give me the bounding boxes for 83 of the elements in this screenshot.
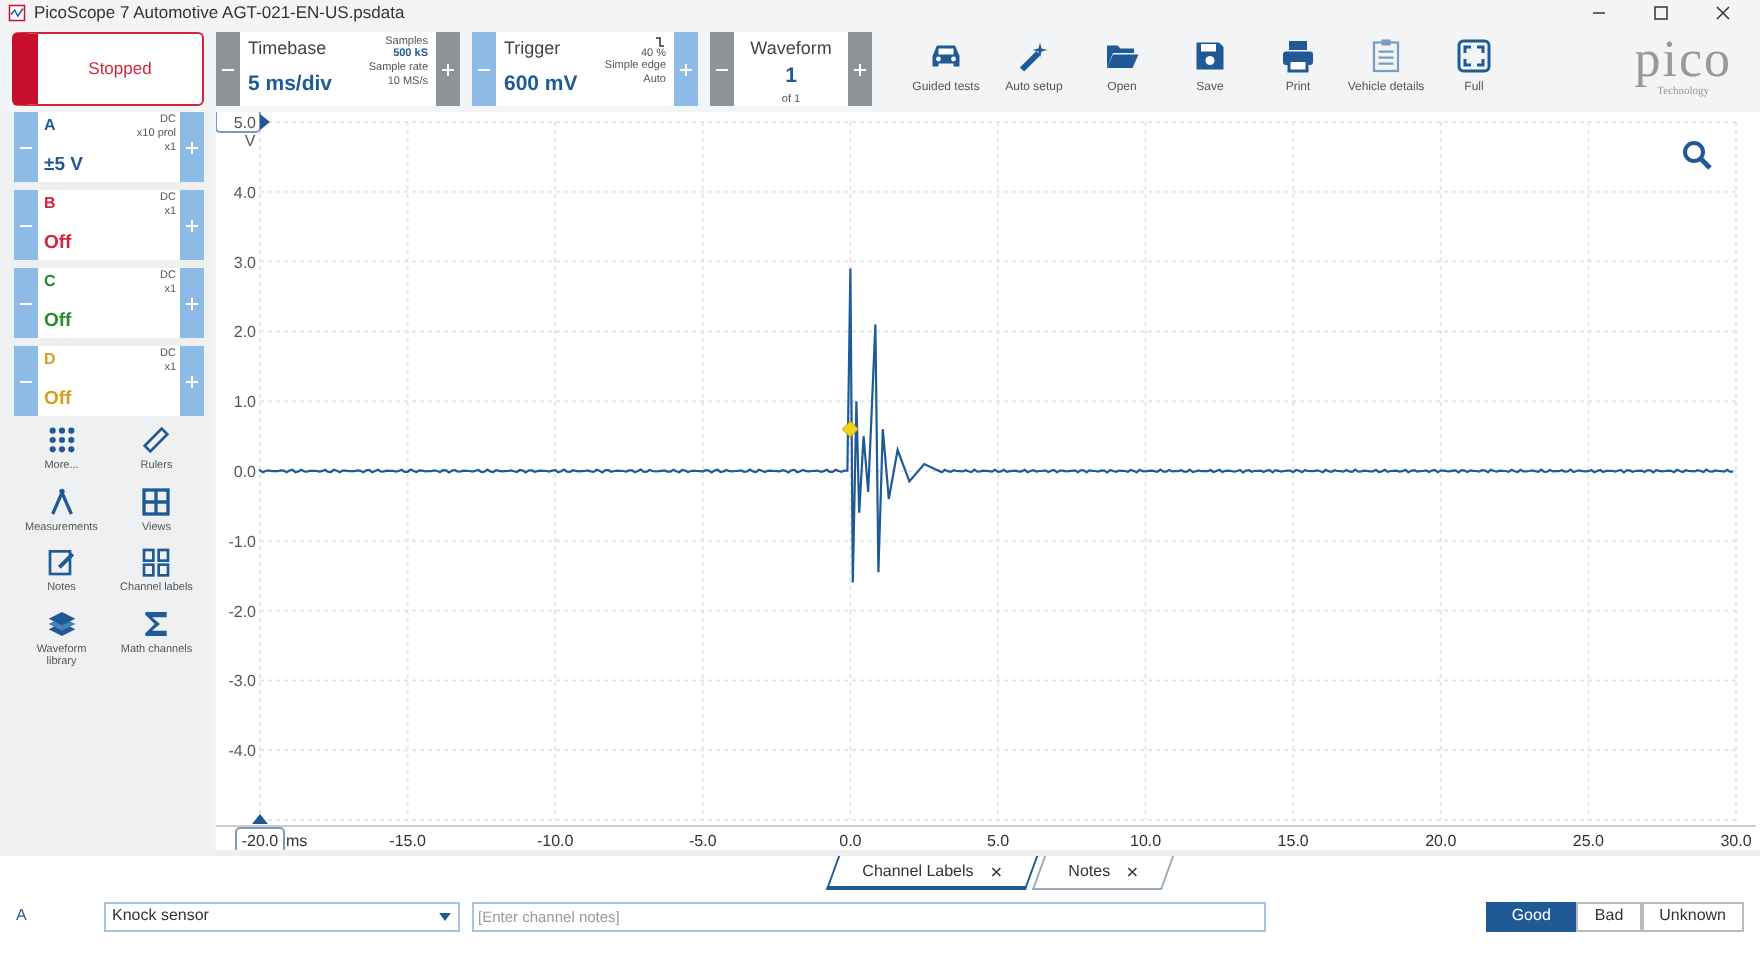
rating-button[interactable]: Bad [1576, 901, 1642, 931]
logo-text: pico [1634, 36, 1732, 84]
close-icon[interactable] [1714, 3, 1732, 21]
increase-button[interactable] [436, 31, 460, 105]
channel-label: A [16, 904, 29, 928]
decrease-button[interactable] [710, 31, 734, 105]
channel-name: D [44, 348, 56, 372]
x-tick-label: 10.0 [1130, 832, 1162, 850]
clipboard-icon [1368, 38, 1404, 74]
stacked-pages-icon [45, 607, 78, 640]
increase-button[interactable] [848, 31, 872, 105]
y-tick-label: 0.0 [233, 463, 256, 481]
plus-icon [678, 61, 694, 78]
tab[interactable]: Notes [1032, 856, 1175, 890]
trigger-value: 600 mV [504, 69, 578, 100]
plus-icon [852, 61, 868, 78]
note-pencil-icon [45, 546, 78, 579]
waveform-label: Waveform [750, 35, 832, 61]
channel-name: C [44, 270, 56, 294]
ruler-icon [140, 424, 173, 456]
x-tick-label: 5.0 [986, 832, 1010, 850]
increase-button[interactable] [180, 112, 204, 182]
increase-button[interactable] [180, 190, 204, 260]
x-tick-label: -10.0 [536, 832, 574, 850]
y-unit-label: V [244, 132, 256, 150]
x-unit-label: ms [286, 832, 308, 850]
dropdown-arrow-icon [438, 909, 452, 923]
y-tick-label: -2.0 [228, 602, 256, 621]
fullscreen-icon [1456, 38, 1492, 74]
timebase-label: Timebase [248, 35, 329, 61]
window-grid-icon [140, 485, 173, 518]
y-tick-label: -3.0 [228, 672, 256, 691]
x-tick-label: 20.0 [1425, 832, 1457, 850]
tab[interactable]: Channel Labels [825, 856, 1037, 890]
plus-icon [440, 61, 456, 78]
x-tick-label: 30.0 [1720, 832, 1752, 850]
close-icon[interactable] [989, 864, 1002, 877]
y-tick-label: 3.0 [233, 253, 256, 272]
x-tick-label: -15.0 [389, 832, 426, 850]
decrease-button[interactable] [472, 31, 496, 105]
x-scale-handle[interactable]: -20.0 [235, 827, 285, 850]
y-tick-label: 1.0 [233, 393, 256, 412]
rating-button[interactable]: Unknown [1641, 901, 1744, 931]
x-tick-label: -5.0 [689, 832, 717, 850]
y-tick-label: 4.0 [233, 183, 256, 202]
channel-range[interactable]: Off [44, 307, 72, 336]
y-tick-label: -4.0 [228, 742, 256, 761]
printer-icon [1280, 38, 1316, 74]
channel-range[interactable]: Off [44, 229, 72, 258]
channel-name: B [44, 192, 56, 216]
x-tick-label: 0.0 [839, 832, 862, 850]
channel-label-dropdown[interactable]: Knock sensor [104, 901, 460, 931]
increase-button[interactable] [180, 268, 204, 338]
plus-icon [184, 374, 200, 391]
grid-dots-icon [45, 424, 78, 456]
rating-button[interactable]: Good [1485, 901, 1577, 931]
letters-icon [140, 546, 173, 579]
plus-icon [184, 140, 200, 157]
trigger-marker[interactable] [841, 420, 859, 438]
sigma-icon [140, 607, 173, 640]
wand-icon [1016, 38, 1052, 74]
y-tick-label: 2.0 [233, 323, 256, 342]
increase-button[interactable] [674, 31, 698, 105]
x-tick-label: 15.0 [1277, 832, 1309, 850]
x-tick-label: 25.0 [1572, 832, 1604, 850]
waveform-number: 1 [785, 62, 797, 92]
y-tick-label: -1.0 [228, 532, 256, 551]
decrease-button[interactable] [216, 31, 240, 105]
trigger-label: Trigger [504, 35, 563, 62]
plus-icon [184, 296, 200, 313]
close-icon[interactable] [1126, 865, 1139, 878]
channel-name: A [44, 114, 56, 138]
maximize-icon[interactable] [1652, 3, 1670, 21]
zoom-icon[interactable] [1683, 141, 1712, 170]
run-stop-button[interactable]: Stopped [12, 31, 204, 105]
app-icon [8, 3, 26, 21]
channel-range[interactable]: ±5 V [44, 151, 83, 180]
compass-icon [45, 485, 78, 518]
increase-button[interactable] [180, 346, 204, 416]
falling-edge-icon [654, 35, 666, 47]
timebase-value: 5 ms/div [248, 69, 333, 100]
window-title: PicoScope 7 Automotive AGT-021-EN-US.psdata [34, 0, 405, 25]
plus-icon [184, 218, 200, 235]
